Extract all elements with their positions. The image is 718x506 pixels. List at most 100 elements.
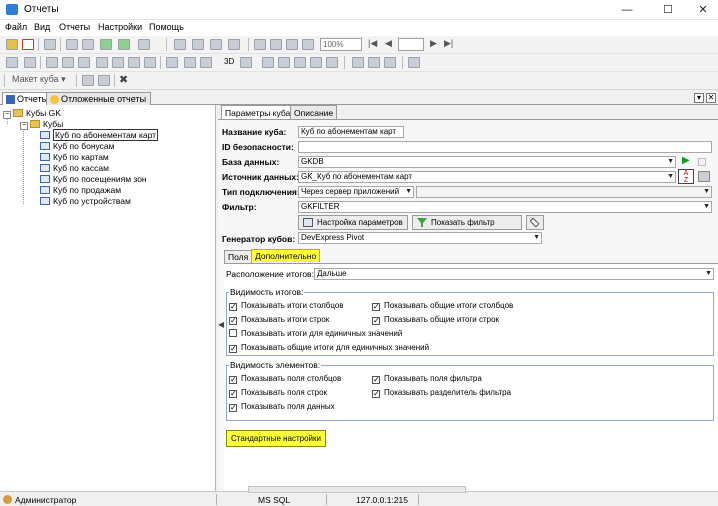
sum-icon[interactable] xyxy=(96,57,108,68)
filter-icon[interactable] xyxy=(408,57,420,68)
maximize-button[interactable]: ☐ xyxy=(655,2,681,18)
zoom-combo[interactable]: 100% xyxy=(320,38,362,51)
tree-root[interactable]: − Кубы GK xyxy=(3,108,61,119)
save-layout-icon[interactable] xyxy=(82,75,94,86)
checkbox-show-single-value-grand-totals[interactable]: ✓ Показывать общие итоги для единичных зн… xyxy=(229,343,429,353)
properties-icon[interactable] xyxy=(698,171,710,182)
horizontal-scrollbar[interactable] xyxy=(248,486,466,493)
search-icon[interactable] xyxy=(228,39,240,50)
tab-deferred-reports[interactable]: Отложенные отчеты xyxy=(46,92,152,106)
connection-extra-select[interactable]: ▼ xyxy=(416,186,712,198)
quick-print-icon[interactable] xyxy=(210,39,222,50)
tree-cube-item[interactable]: Куб по посещениям зон xyxy=(40,174,147,184)
menu-file[interactable]: Файл xyxy=(5,22,27,32)
checkbox-show-filter-separator[interactable]: ✓ Показывать разделитель фильтра xyxy=(372,388,511,398)
tree-cube-item[interactable]: Куб по устройствам xyxy=(40,196,131,206)
param-settings-button[interactable]: Настройка параметров xyxy=(298,215,408,230)
3d-label[interactable]: 3D xyxy=(224,57,234,66)
calc-icon[interactable] xyxy=(128,57,140,68)
connection-type-select[interactable]: Через сервер приложений ▼ xyxy=(298,186,414,198)
fit-icon[interactable] xyxy=(384,57,396,68)
page-number-field[interactable] xyxy=(398,38,424,51)
cube-generator-select[interactable]: DevExpress Pivot ▼ xyxy=(298,232,542,244)
delete-icon[interactable] xyxy=(22,39,34,50)
standard-settings-button[interactable]: Стандартные настройки xyxy=(226,430,326,447)
page-icon[interactable] xyxy=(82,39,94,50)
page-setup-icon[interactable] xyxy=(138,39,150,50)
collapse-icon[interactable]: − xyxy=(20,122,28,130)
checkbox-show-row-fields[interactable]: ✓ Показывать поля строк xyxy=(229,388,327,398)
menu-help[interactable]: Помощь xyxy=(149,22,184,32)
paste-icon[interactable] xyxy=(294,57,306,68)
folder-icon[interactable] xyxy=(66,39,78,50)
checkbox-show-column-totals[interactable]: ✓ Показывать итоги столбцов xyxy=(229,301,344,311)
checkbox-show-data-fields[interactable]: ✓ Показывать поля данных xyxy=(229,402,335,412)
cut-icon[interactable] xyxy=(278,57,290,68)
collapse-icon[interactable]: − xyxy=(3,111,11,119)
grid-icon[interactable] xyxy=(6,57,18,68)
cube-name-field[interactable]: Куб по абонементам карт xyxy=(298,126,404,138)
run-icon[interactable]: ▶ xyxy=(682,155,690,166)
tree-cube-item[interactable]: Куб по бонусам xyxy=(40,141,114,151)
show-filter-button[interactable]: Показать фильтр xyxy=(412,215,522,230)
next-page-icon[interactable]: ▶ xyxy=(430,38,437,49)
tree-cube-item[interactable]: Куб по продажам xyxy=(40,185,121,195)
minimize-button[interactable]: — xyxy=(614,2,640,18)
close-button[interactable]: ✕ xyxy=(690,2,716,18)
print-preview-icon[interactable] xyxy=(192,39,204,50)
menu-settings[interactable]: Настройки xyxy=(98,22,142,32)
security-id-field[interactable] xyxy=(298,141,712,153)
database-select[interactable]: GKDB ▼ xyxy=(298,156,676,168)
panel-dropdown-icon[interactable]: ▾ xyxy=(694,93,704,103)
sort-icon[interactable] xyxy=(326,57,338,68)
checkbox-show-single-value-totals[interactable]: Показывать итоги для единичных значений xyxy=(229,329,402,339)
tree-cube-item[interactable]: Куб по кассам xyxy=(40,163,109,173)
field-list-icon[interactable] xyxy=(112,57,124,68)
layout-icon[interactable] xyxy=(24,57,36,68)
clear-filter-button[interactable] xyxy=(526,215,544,230)
zoom-in-icon[interactable] xyxy=(352,57,364,68)
prev-page-icon[interactable]: ◀ xyxy=(385,38,392,49)
checkbox-show-row-grand-totals[interactable]: ✓ Показывать общие итоги строк xyxy=(372,315,499,325)
two-pages-icon[interactable] xyxy=(270,39,282,50)
cells-icon[interactable] xyxy=(200,57,212,68)
multi-page-icon[interactable] xyxy=(286,39,298,50)
menu-reports[interactable]: Отчеты xyxy=(59,22,90,32)
tab-cube-params[interactable]: Параметры куба xyxy=(221,105,295,120)
totals-location-select[interactable]: Дальше ▼ xyxy=(314,268,714,280)
zoom-out-icon[interactable] xyxy=(302,39,314,50)
subtab-advanced[interactable]: Дополнительно xyxy=(251,249,321,262)
export-icon[interactable] xyxy=(100,39,112,50)
checkbox-show-column-fields[interactable]: ✓ Показывать поля столбцов xyxy=(229,374,341,384)
zoom-out-icon-2[interactable] xyxy=(368,57,380,68)
panel-close-icon[interactable]: ✕ xyxy=(706,93,716,103)
link-icon[interactable] xyxy=(46,57,58,68)
chart-type-icon[interactable] xyxy=(240,57,252,68)
table-icon[interactable] xyxy=(78,57,90,68)
cube-layout-button[interactable]: Макет куба ▾ xyxy=(12,74,66,85)
comment-icon[interactable] xyxy=(262,57,274,68)
document-icon[interactable] xyxy=(44,39,56,50)
stop-icon[interactable] xyxy=(698,158,706,166)
columns-icon[interactable] xyxy=(144,57,156,68)
save-icon[interactable] xyxy=(6,39,18,50)
sort-az-icon[interactable]: AZ xyxy=(678,169,694,184)
menu-view[interactable]: Вид xyxy=(34,22,50,32)
filter-select[interactable]: GKFILTER ▼ xyxy=(298,201,712,213)
subtab-fields[interactable]: Поля xyxy=(224,250,253,263)
checkbox-show-column-grand-totals[interactable]: ✓ Показывать общие итоги столбцов xyxy=(372,301,513,311)
print-icon[interactable] xyxy=(174,39,186,50)
save-layout-as-icon[interactable] xyxy=(98,75,110,86)
first-page-icon[interactable]: |◀ xyxy=(368,38,377,49)
checkbox-show-row-totals[interactable]: ✓ Показывать итоги строк xyxy=(229,315,329,325)
chart-icon[interactable] xyxy=(62,57,74,68)
last-page-icon[interactable]: ▶| xyxy=(444,38,453,49)
tree-cube-item[interactable]: Куб по картам xyxy=(40,152,109,162)
checkbox-show-filter-fields[interactable]: ✓ Показывать поля фильтра xyxy=(372,374,482,384)
single-page-icon[interactable] xyxy=(254,39,266,50)
copy-icon[interactable] xyxy=(166,57,178,68)
format-icon[interactable] xyxy=(310,57,322,68)
clear-icon[interactable]: ✖ xyxy=(119,73,128,86)
tree-cube-item[interactable]: Куб по абонементам карт xyxy=(40,129,159,141)
data-source-select[interactable]: GK_Куб по абонементам карт ▼ xyxy=(298,171,676,183)
